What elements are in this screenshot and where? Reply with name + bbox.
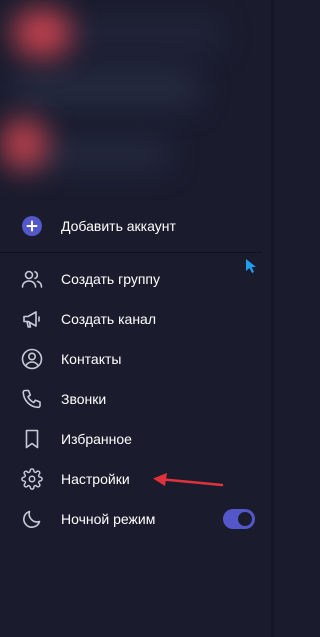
- create-channel-label: Создать канал: [61, 311, 156, 327]
- gear-icon: [20, 467, 44, 491]
- megaphone-icon: [20, 307, 44, 331]
- create-group-button[interactable]: Создать группу: [0, 259, 262, 299]
- create-group-label: Создать группу: [61, 271, 160, 287]
- sidebar-menu-panel: Добавить аккаунт Создать группу Создать …: [0, 0, 274, 637]
- panel-edge: [271, 0, 274, 637]
- saved-messages-label: Избранное: [61, 431, 132, 447]
- bookmark-icon: [20, 427, 44, 451]
- people-icon: [20, 267, 44, 291]
- accounts-header-blurred: [0, 0, 274, 200]
- phone-icon: [20, 387, 44, 411]
- night-mode-toggle[interactable]: [223, 509, 255, 529]
- menu-divider: [0, 252, 262, 253]
- annotation-arrow-icon: [153, 473, 224, 487]
- toggle-knob: [238, 512, 252, 526]
- add-account-button[interactable]: Добавить аккаунт: [0, 206, 262, 246]
- settings-label: Настройки: [61, 471, 130, 487]
- create-channel-button[interactable]: Создать канал: [0, 299, 262, 339]
- saved-messages-button[interactable]: Избранное: [0, 419, 262, 459]
- night-mode-label: Ночной режим: [61, 511, 156, 527]
- calls-button[interactable]: Звонки: [0, 379, 262, 419]
- account-avatar[interactable]: [12, 8, 72, 58]
- person-circle-icon: [20, 347, 44, 371]
- add-account-label: Добавить аккаунт: [61, 218, 176, 234]
- plus-circle-icon: [20, 214, 44, 238]
- calls-label: Звонки: [61, 391, 107, 407]
- contacts-label: Контакты: [61, 351, 122, 367]
- account-avatar[interactable]: [0, 118, 48, 170]
- moon-icon: [20, 507, 44, 531]
- contacts-button[interactable]: Контакты: [0, 339, 262, 379]
